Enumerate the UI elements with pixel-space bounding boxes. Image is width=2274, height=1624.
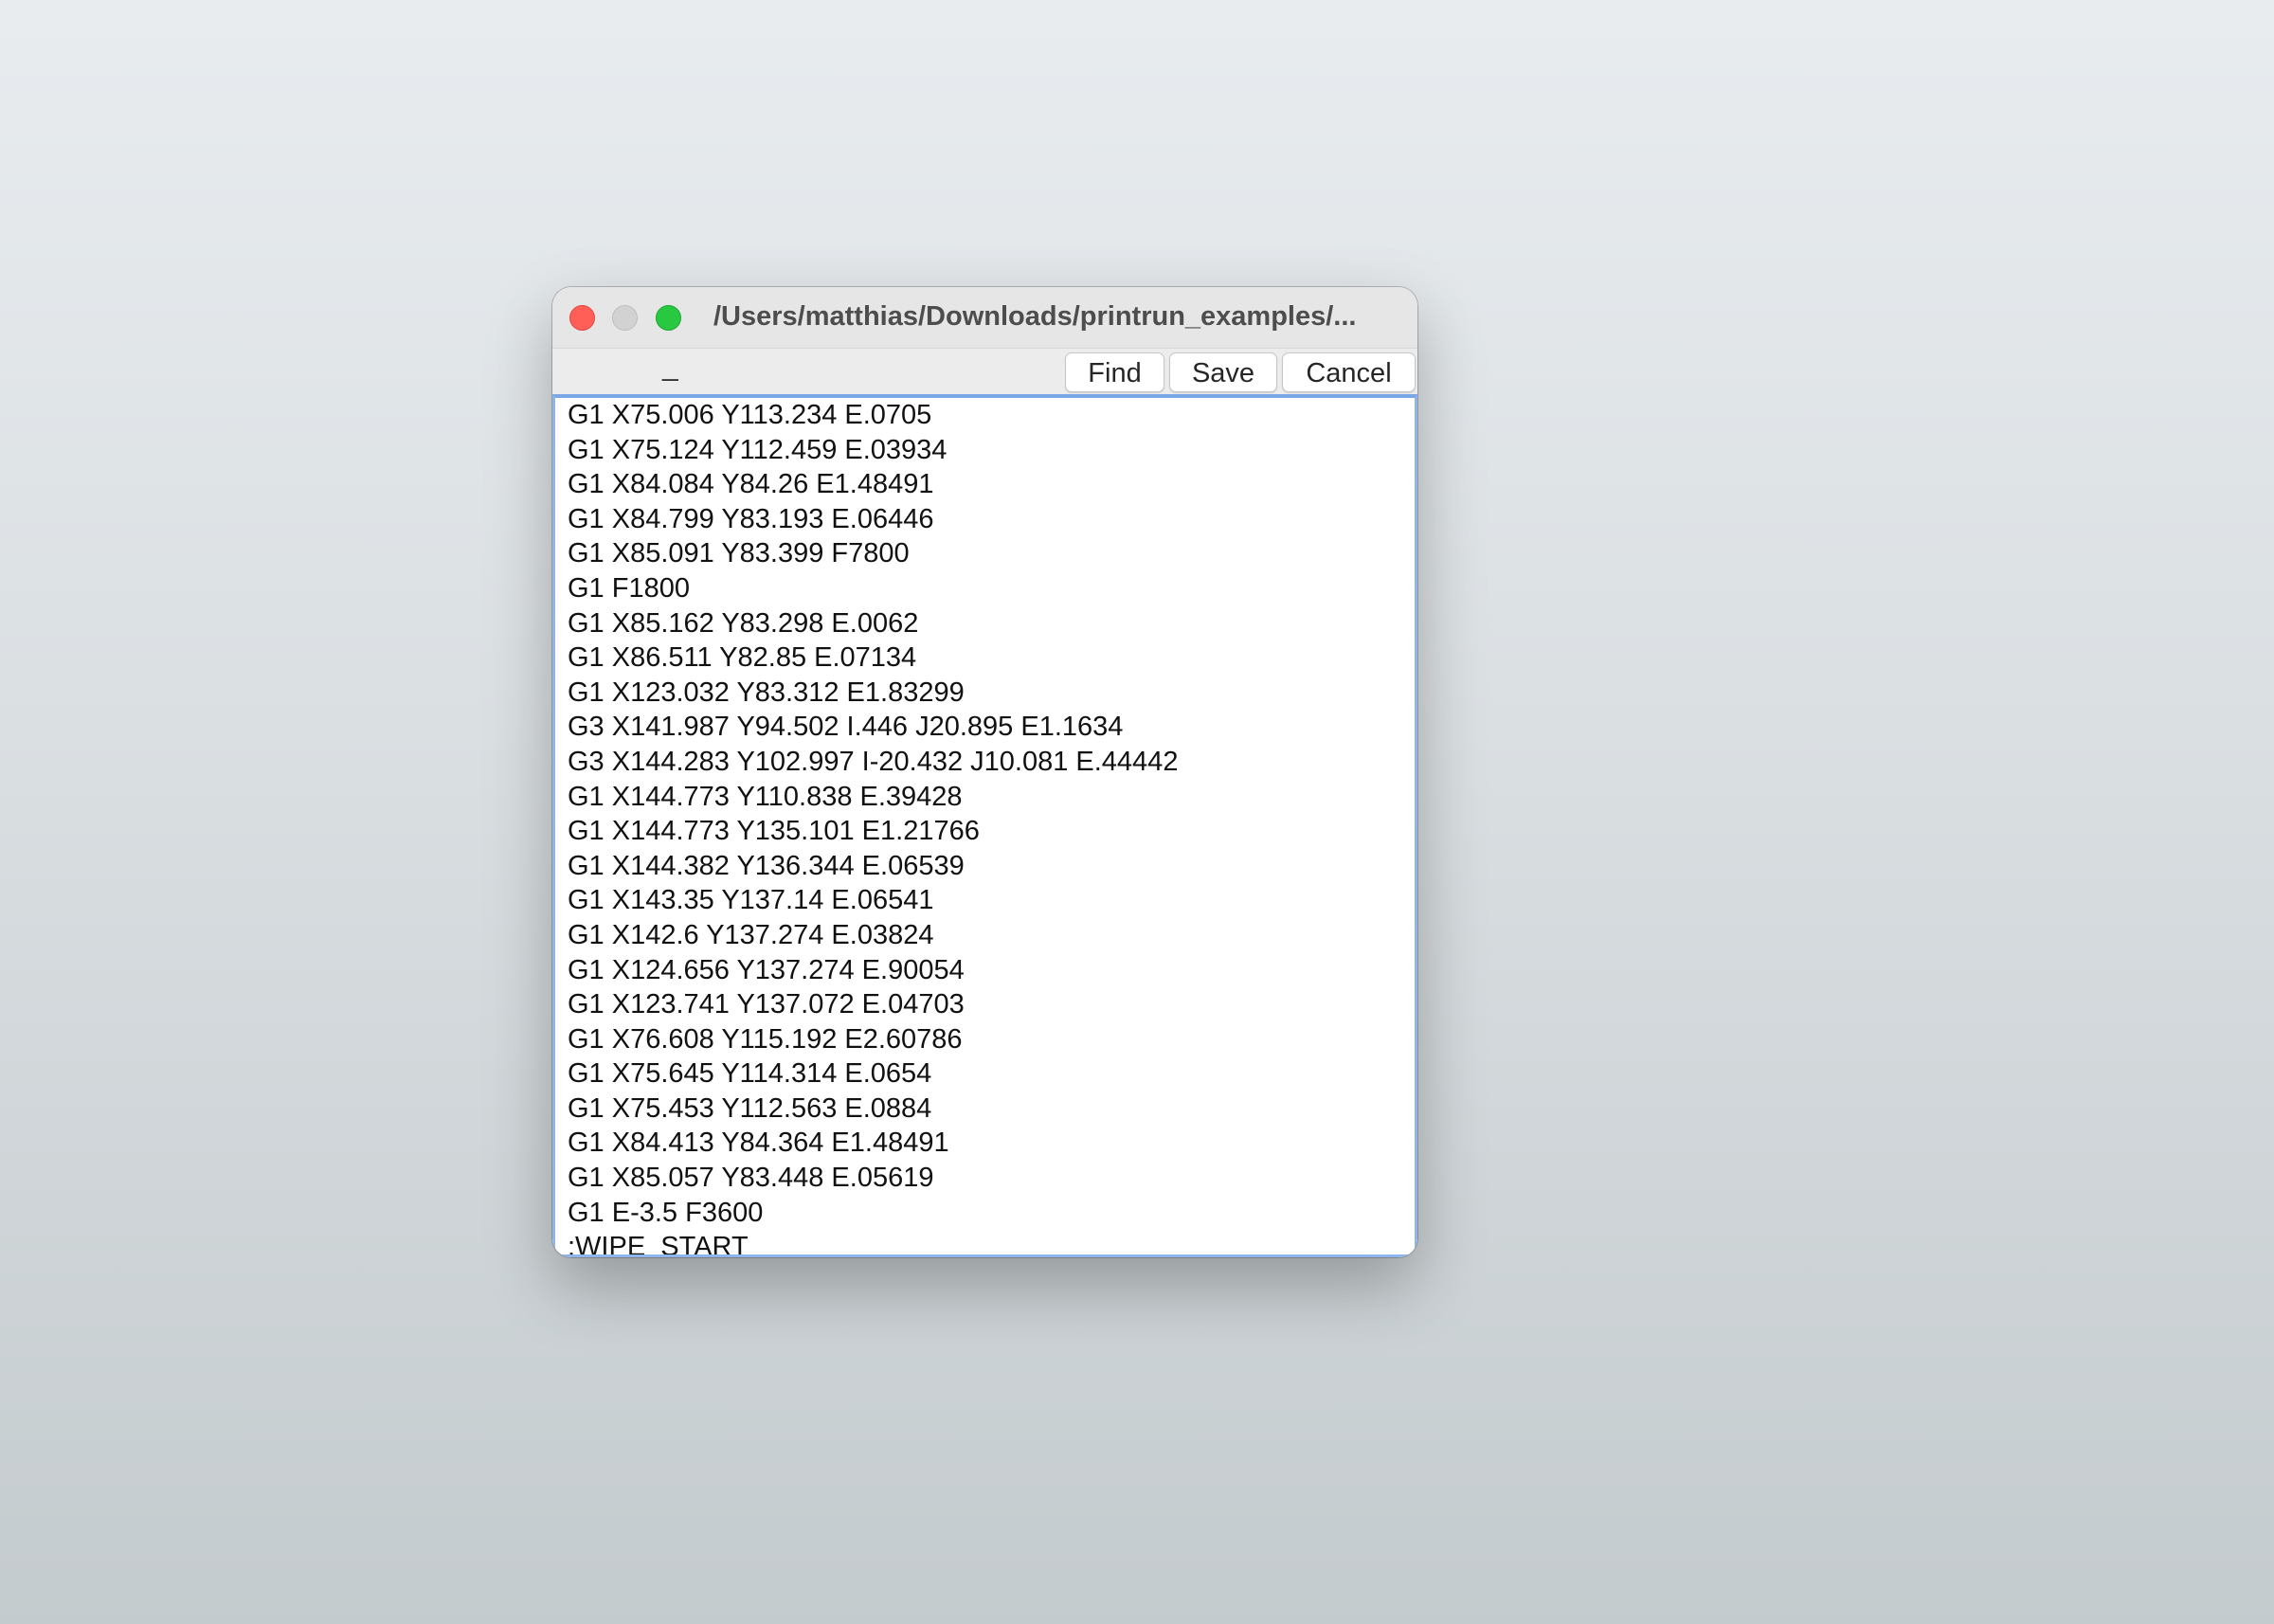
editor-window: /Users/matthias/Downloads/printrun_examp… xyxy=(552,287,1417,1257)
save-button[interactable]: Save xyxy=(1169,352,1277,392)
editor-line[interactable]: G1 X143.35 Y137.14 E.06541 xyxy=(555,883,1415,918)
editor-lines: G1 X75.006 Y113.234 E.0705 G1 X75.124 Y11… xyxy=(555,398,1415,1254)
minimize-window-button[interactable] xyxy=(612,305,638,331)
editor-line[interactable]: G1 X144.773 Y135.101 E1.21766 xyxy=(555,814,1415,849)
cancel-button[interactable]: Cancel xyxy=(1282,352,1416,392)
editor-line[interactable]: G1 X85.091 Y83.399 F7800 xyxy=(555,536,1415,571)
editor-line[interactable]: G1 X85.162 Y83.298 E.0062 xyxy=(555,606,1415,641)
zoom-window-button[interactable] xyxy=(656,305,681,331)
editor-line[interactable]: G1 X76.608 Y115.192 E2.60786 xyxy=(555,1022,1415,1057)
find-button[interactable]: Find xyxy=(1065,352,1164,392)
gcode-text-editor[interactable]: G1 X75.006 Y113.234 E.0705 G1 X75.124 Y11… xyxy=(552,394,1417,1257)
close-window-button[interactable] xyxy=(569,305,595,331)
editor-line[interactable]: G1 X75.006 Y113.234 E.0705 xyxy=(555,398,1415,433)
editor-line[interactable]: G3 X141.987 Y94.502 I.446 J20.895 E1.163… xyxy=(555,710,1415,745)
editor-line[interactable]: G1 X123.741 Y137.072 E.04703 xyxy=(555,987,1415,1022)
editor-line[interactable]: G1 X84.413 Y84.364 E1.48491 xyxy=(555,1126,1415,1161)
window-title: /Users/matthias/Downloads/printrun_examp… xyxy=(713,301,1357,332)
editor-line[interactable]: ;WIPE_START xyxy=(555,1230,1415,1254)
editor-line[interactable]: G1 X144.382 Y136.344 E.06539 xyxy=(555,849,1415,884)
editor-line[interactable]: G1 X75.453 Y112.563 E.0884 xyxy=(555,1092,1415,1127)
editor-line[interactable]: G1 X75.124 Y112.459 E.03934 xyxy=(555,433,1415,468)
editor-line[interactable]: G3 X144.283 Y102.997 I-20.432 J10.081 E.… xyxy=(555,745,1415,780)
editor-line[interactable]: G1 F1800 xyxy=(555,571,1415,606)
editor-line[interactable]: G1 X142.6 Y137.274 E.03824 xyxy=(555,918,1415,953)
text-cursor-indicator: _ xyxy=(662,351,678,382)
toolbar: _ Find Save Cancel xyxy=(552,348,1417,396)
editor-line[interactable]: G1 X75.645 Y114.314 E.0654 xyxy=(555,1056,1415,1092)
editor-line[interactable]: G1 X124.656 Y137.274 E.90054 xyxy=(555,953,1415,988)
editor-line[interactable]: G1 X86.511 Y82.85 E.07134 xyxy=(555,641,1415,676)
editor-line[interactable]: G1 X123.032 Y83.312 E1.83299 xyxy=(555,676,1415,711)
title-bar[interactable]: /Users/matthias/Downloads/printrun_examp… xyxy=(552,287,1417,348)
editor-line[interactable]: G1 X84.084 Y84.26 E1.48491 xyxy=(555,467,1415,502)
editor-line[interactable]: G1 X84.799 Y83.193 E.06446 xyxy=(555,502,1415,537)
editor-line[interactable]: G1 X144.773 Y110.838 E.39428 xyxy=(555,780,1415,815)
editor-line[interactable]: G1 X85.057 Y83.448 E.05619 xyxy=(555,1161,1415,1196)
editor-line[interactable]: G1 E-3.5 F3600 xyxy=(555,1196,1415,1231)
